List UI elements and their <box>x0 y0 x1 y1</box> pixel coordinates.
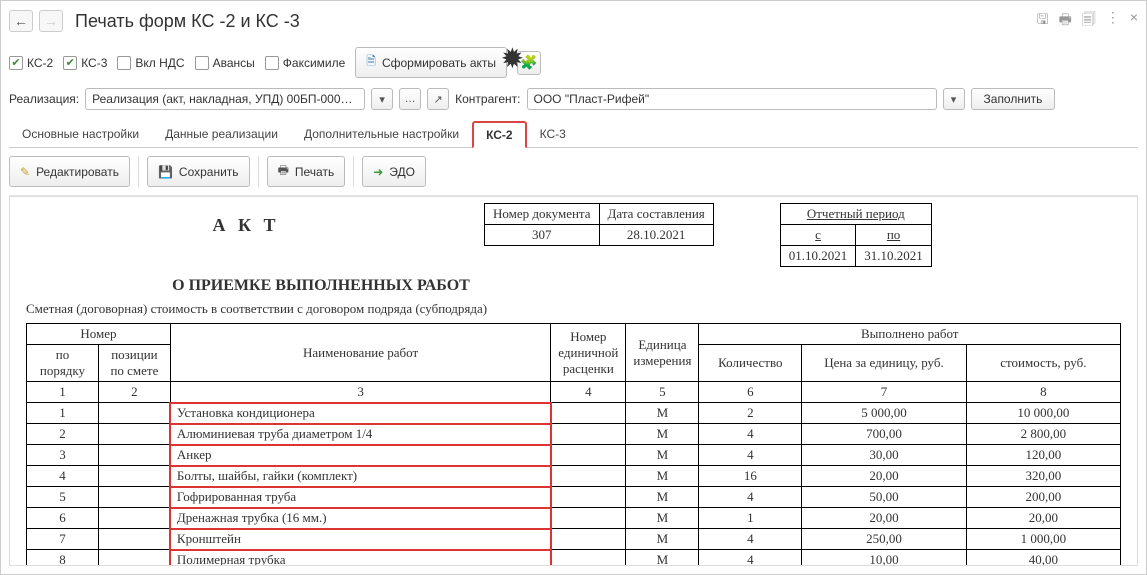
realization-dropdown[interactable]: ▾ <box>371 88 393 110</box>
counterparty-dropdown[interactable]: ▾ <box>943 88 965 110</box>
table-row: 5Гофрированная трубаM450,00200,00 <box>27 487 1121 508</box>
document-icon: 🗎 <box>366 52 376 73</box>
report-period-table: Отчетный период с по 01.10.2021 31.10.20… <box>780 203 932 267</box>
back-button[interactable]: ← <box>9 10 33 32</box>
checkbox-fax[interactable]: Факсимиле <box>265 56 346 70</box>
arrow-right-icon: ➜ <box>373 165 383 179</box>
act-title: А К Т <box>26 215 466 236</box>
table-row: 2Алюминиевая труба диаметром 1/4M4700,00… <box>27 424 1121 445</box>
document-scroll[interactable]: А К Т Номер документа Дата составления 3… <box>9 196 1138 566</box>
checkbox-advance[interactable]: Авансы <box>195 56 255 70</box>
attach-icon[interactable]: 🗐 <box>1082 9 1096 33</box>
table-row: 7КронштейнM4250,001 000,00 <box>27 529 1121 550</box>
doc-toolbar: ✎ Редактировать 💾 Сохранить 🖶 Печать ➜ Э… <box>9 148 1138 196</box>
realization-label: Реализация: <box>9 92 79 106</box>
act-subtitle: О ПРИЕМКЕ ВЫПОЛНЕННЫХ РАБОТ <box>26 277 616 295</box>
doc-number-table: Номер документа Дата составления 307 28.… <box>484 203 714 246</box>
more-icon[interactable]: ⋮ <box>1106 9 1120 33</box>
table-row: 8Полимерная трубкаM410,0040,00 <box>27 550 1121 567</box>
edo-button[interactable]: ➜ ЭДО <box>362 156 426 187</box>
print-icon[interactable]: 🖶 <box>1059 9 1072 33</box>
fill-button[interactable]: Заполнить <box>971 88 1056 110</box>
table-row: 3АнкерM430,00120,00 <box>27 445 1121 466</box>
realization-row: Реализация: Реализация (акт, накладная, … <box>9 88 1138 120</box>
realization-more[interactable]: … <box>399 88 421 110</box>
form-acts-button[interactable]: 🗎 Сформировать акты ✹ <box>355 47 507 78</box>
table-row: 1Установка кондиционераM25 000,0010 000,… <box>27 403 1121 424</box>
checkbox-toolbar: КС-2 КС-3 Вкл НДС Авансы Факсимиле 🗎 Сфо… <box>9 43 1138 88</box>
tab-ks3[interactable]: КС-3 <box>527 121 579 148</box>
floppy-icon: 💾 <box>158 165 173 179</box>
table-row: 4Болты, шайбы, гайки (комплект)M1620,003… <box>27 466 1121 487</box>
counterparty-input[interactable]: ООО "Пласт-Рифей" <box>527 88 937 110</box>
realization-open[interactable]: ↗ <box>427 88 449 110</box>
titlebar: ← → Печать форм КС -2 и КС -3 🖫 🖶 🗐 ⋮ × <box>9 5 1138 43</box>
forward-button[interactable]: → <box>39 10 63 32</box>
table-row: 6Дренажная трубка (16 мм.)M120,0020,00 <box>27 508 1121 529</box>
print-button[interactable]: 🖶 Печать <box>267 156 346 187</box>
save-button[interactable]: 💾 Сохранить <box>147 156 250 187</box>
main-table: Номер Наименование работ Номер единичной… <box>26 323 1121 566</box>
page-title: Печать форм КС -2 и КС -3 <box>75 11 300 32</box>
tab-main-settings[interactable]: Основные настройки <box>9 121 152 148</box>
tab-additional-settings[interactable]: Дополнительные настройки <box>291 121 472 148</box>
plugin-button[interactable]: 🧩 <box>517 51 541 75</box>
estimate-line: Сметная (договорная) стоимость в соответ… <box>26 301 1131 317</box>
edit-button[interactable]: ✎ Редактировать <box>9 156 130 187</box>
tab-realization-data[interactable]: Данные реализации <box>152 121 291 148</box>
checkbox-ks3[interactable]: КС-3 <box>63 56 107 70</box>
close-icon[interactable]: × <box>1130 9 1138 33</box>
counterparty-label: Контрагент: <box>455 92 520 106</box>
realization-input[interactable]: Реализация (акт, накладная, УПД) 00БП-00… <box>85 88 365 110</box>
tab-ks2[interactable]: КС-2 <box>472 121 527 148</box>
tabs: Основные настройки Данные реализации Доп… <box>9 120 1138 148</box>
checkbox-ks2[interactable]: КС-2 <box>9 56 53 70</box>
printer-icon: 🖶 <box>278 161 289 182</box>
checkbox-vat[interactable]: Вкл НДС <box>117 56 184 70</box>
save-icon[interactable]: 🖫 <box>1037 9 1049 33</box>
pencil-icon: ✎ <box>20 165 30 179</box>
